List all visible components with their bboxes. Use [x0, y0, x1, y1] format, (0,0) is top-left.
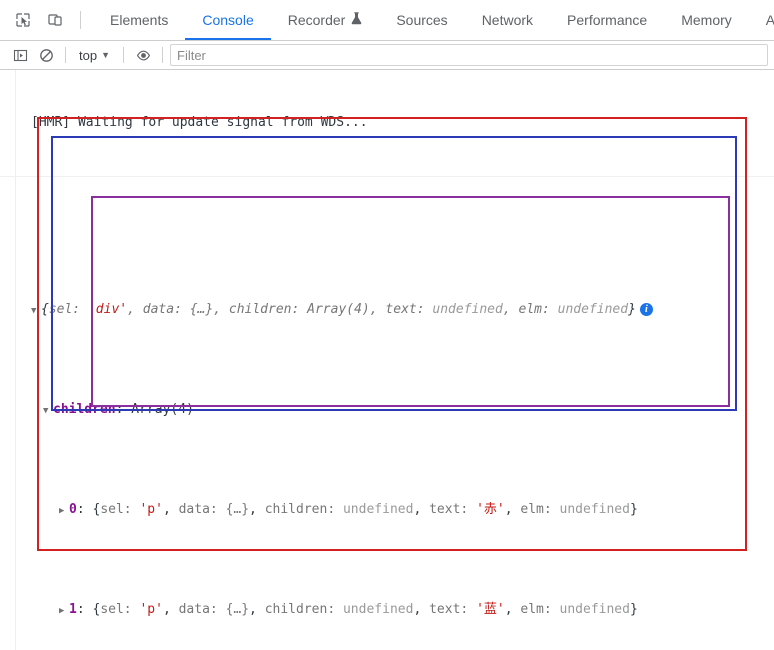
- tab-console[interactable]: Console: [185, 0, 272, 40]
- tab-elements[interactable]: Elements: [93, 0, 185, 40]
- preview-elm-value: undefined: [557, 302, 629, 317]
- disclosure-triangle-root[interactable]: [31, 301, 41, 321]
- array-item-0[interactable]: 0: {sel: 'p', data: {…}, children: undef…: [31, 500, 774, 520]
- tab-application[interactable]: A: [749, 0, 774, 40]
- tab-memory[interactable]: Memory: [664, 0, 749, 40]
- tab-recorder-label: Recorder: [287, 12, 346, 28]
- filter-input[interactable]: [170, 44, 768, 66]
- console-output[interactable]: [HMR] Waiting for update signal from WDS…: [0, 70, 774, 650]
- console-message-object: {sel: 'div', data: {…}, children: Array(…: [0, 177, 774, 650]
- tab-performance[interactable]: Performance: [550, 0, 664, 40]
- item-0-sel: 'p': [139, 502, 163, 517]
- tab-sources-label: Sources: [396, 12, 448, 28]
- item-1-text: '蓝': [476, 602, 505, 617]
- execution-context-selector[interactable]: top ▼: [73, 46, 116, 65]
- preview-children-value: Array(4): [307, 302, 370, 317]
- children-type: Array(4): [131, 402, 194, 417]
- preview-text-value: undefined: [432, 302, 503, 317]
- preview-sel-value: 'div': [87, 302, 128, 317]
- preview-data-value: {…}: [189, 302, 214, 317]
- item-0-elm: undefined: [559, 502, 630, 517]
- clear-console-icon[interactable]: [34, 44, 58, 66]
- tab-performance-label: Performance: [567, 12, 648, 28]
- object-tree[interactable]: {sel: 'div', data: {…}, children: Array(…: [15, 220, 774, 650]
- hmr-text: [HMR] Waiting for update signal from WDS…: [31, 115, 368, 130]
- tab-sources[interactable]: Sources: [379, 0, 464, 40]
- live-expression-icon[interactable]: [131, 44, 155, 66]
- tab-application-label: A: [765, 12, 774, 28]
- preview-open-brace: {: [41, 302, 49, 317]
- inspect-element-icon[interactable]: [10, 7, 36, 33]
- preview-data-key: , data:: [127, 302, 190, 317]
- execution-context-label: top: [79, 47, 98, 63]
- devtools-tabbar: Elements Console Recorder Sources Networ…: [0, 0, 774, 41]
- info-icon[interactable]: i: [639, 303, 653, 316]
- tab-network[interactable]: Network: [465, 0, 550, 40]
- tab-recorder[interactable]: Recorder: [271, 0, 380, 40]
- disclosure-triangle-item-0[interactable]: [59, 501, 69, 521]
- preview-elm-key: , elm:: [502, 302, 558, 317]
- item-1-children: undefined: [342, 602, 414, 617]
- item-0-children: undefined: [342, 502, 414, 517]
- chevron-down-icon: ▼: [101, 49, 110, 60]
- children-label: children: [53, 402, 116, 417]
- tab-elements-label: Elements: [110, 12, 169, 28]
- item-1-data: {…}: [225, 602, 250, 617]
- preview-close-brace: }: [628, 302, 636, 317]
- console-filter-bar: top ▼: [0, 41, 774, 70]
- preview-children-key: , children:: [213, 302, 308, 317]
- console-message-hmr: [HMR] Waiting for update signal from WDS…: [0, 70, 774, 177]
- filterbar-divider-3: [162, 47, 163, 63]
- filterbar-divider-2: [123, 47, 124, 63]
- preview-text-key: , text:: [369, 302, 433, 317]
- object-preview-line[interactable]: {sel: 'div', data: {…}, children: Array(…: [31, 300, 774, 320]
- item-1-sel: 'p': [139, 602, 163, 617]
- toolbar-divider: [80, 11, 81, 29]
- item-0-text: '赤': [476, 502, 505, 517]
- array-item-1[interactable]: 1: {sel: 'p', data: {…}, children: undef…: [31, 600, 774, 620]
- filterbar-divider-1: [65, 47, 66, 63]
- item-0-data: {…}: [225, 502, 250, 517]
- preview-sel-key: sel:: [48, 302, 88, 317]
- device-toolbar-icon[interactable]: [42, 7, 68, 33]
- children-node-root[interactable]: children: Array(4): [31, 400, 774, 420]
- tab-console-label: Console: [202, 12, 254, 28]
- item-1-index: 1: [69, 602, 77, 617]
- tab-memory-label: Memory: [681, 12, 732, 28]
- disclosure-triangle-item-1[interactable]: [59, 601, 69, 621]
- toolbar-icons: [0, 0, 93, 40]
- item-1-elm: undefined: [559, 602, 630, 617]
- item-0-index: 0: [69, 502, 77, 517]
- disclosure-triangle-children[interactable]: [43, 401, 53, 421]
- flask-icon: [351, 12, 362, 28]
- tab-network-label: Network: [481, 12, 534, 28]
- console-sidebar-icon[interactable]: [8, 44, 32, 66]
- panel-tabs: Elements Console Recorder Sources Networ…: [93, 0, 774, 40]
